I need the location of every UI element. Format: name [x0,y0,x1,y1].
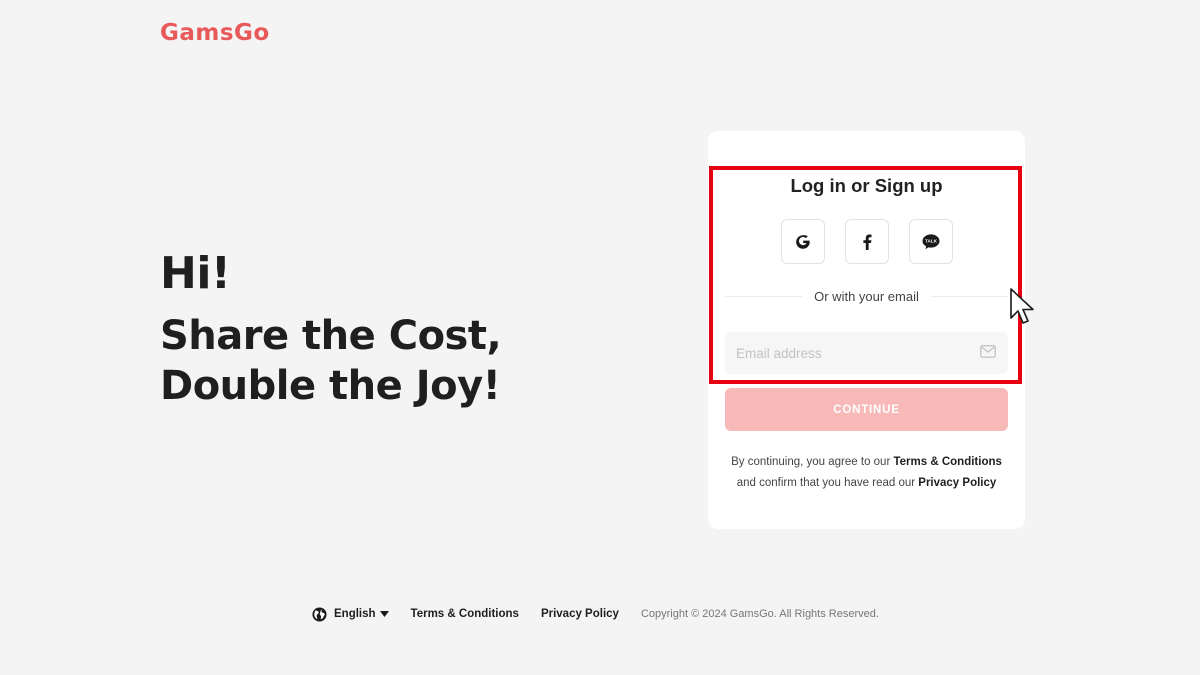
email-field-wrapper [725,332,1008,374]
divider-line-left [725,295,803,297]
login-page: GamsGo Hi! Share the Cost, Double the Jo… [0,0,1200,675]
globe-icon [312,606,327,622]
google-icon [796,234,810,249]
language-selector[interactable]: English [312,606,389,622]
kakaotalk-icon-text: TALK [925,238,938,243]
mouse-pointer-icon [1010,288,1034,324]
language-label: English [334,608,376,620]
kakaotalk-login-button[interactable]: TALK [909,219,953,264]
legal-middle: and confirm that you have read our [736,477,919,489]
terms-link[interactable]: Terms & Conditions [893,456,1001,468]
privacy-link[interactable]: Privacy Policy [918,477,996,489]
footer-terms-link[interactable]: Terms & Conditions [411,608,519,620]
gamsgo-logo[interactable]: GamsGo [160,20,270,46]
footer: English Terms & Conditions Privacy Polic… [312,605,879,623]
continue-button[interactable]: CONTINUE [725,388,1008,431]
divider-text: Or with your email [814,288,919,304]
hero-section: Hi! Share the Cost, Double the Joy! [160,248,502,411]
kakaotalk-icon: TALK [922,233,940,249]
facebook-icon [863,234,872,250]
google-login-button[interactable] [781,219,825,264]
hero-tagline-line2: Double the Joy! [160,363,501,409]
email-divider: Or with your email [725,288,1008,304]
mail-icon [980,345,996,358]
email-field[interactable] [725,332,1008,374]
auth-card-title: Log in or Sign up [790,175,943,196]
divider-line-right [930,295,1008,297]
copyright-text: Copyright © 2024 GamsGo. All Rights Rese… [640,608,879,620]
caret-down-icon [379,611,389,617]
legal-text: By continuing, you agree to our Terms & … [712,452,1021,494]
hero-greeting: Hi! [160,248,231,299]
facebook-login-button[interactable] [845,219,889,264]
footer-privacy-link[interactable]: Privacy Policy [541,608,619,620]
hero-tagline: Share the Cost, Double the Joy! [160,311,502,411]
hero-tagline-line1: Share the Cost, [160,313,502,359]
legal-prefix: By continuing, you agree to our [731,456,894,468]
